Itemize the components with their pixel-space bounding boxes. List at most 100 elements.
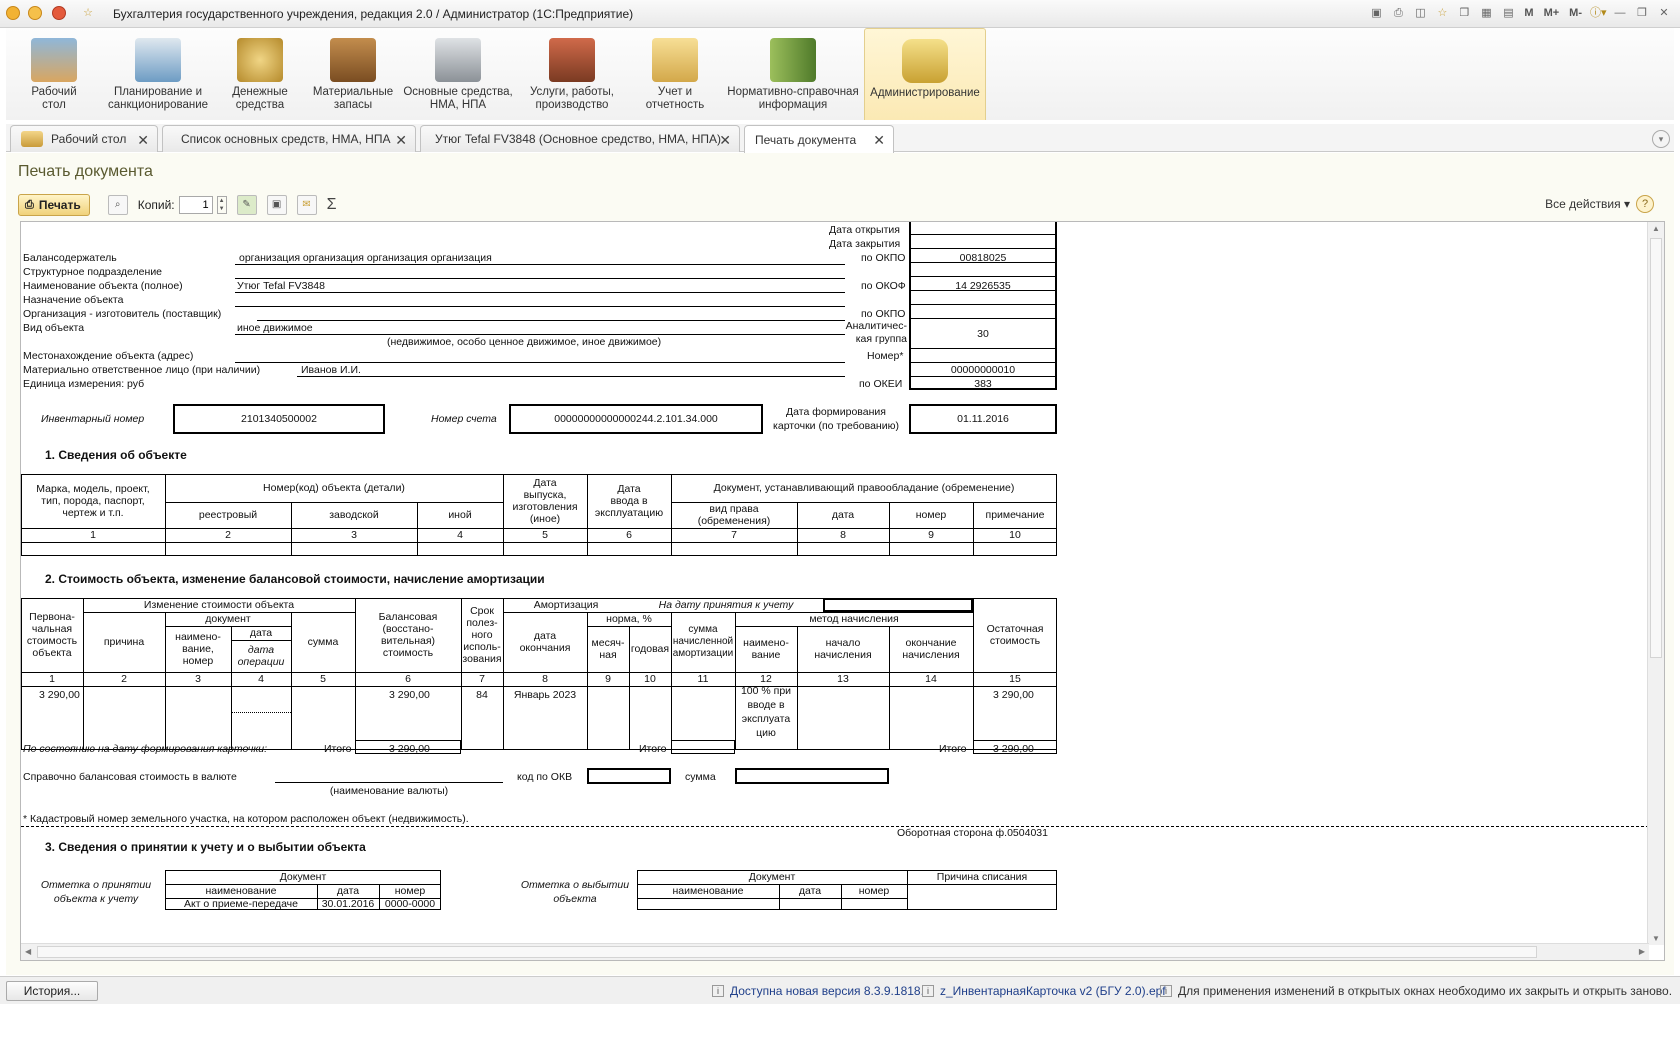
tab-fixed-assets-list[interactable]: Список основных средств, НМА, НПА ✕ [162,125,416,152]
history-button[interactable]: История... [6,981,98,1001]
itogo-balance: 3 290,00 [389,743,430,755]
restore-icon[interactable]: ❐ [1634,5,1650,21]
account-value: 00000000000000244.2.101.34.000 [554,413,718,425]
col-num: 2 [225,529,231,541]
preview-icon[interactable]: ◫ [1412,5,1428,21]
col-num: 5 [320,673,326,685]
col-num: 2 [121,673,127,685]
section-label: Рабочий стол [31,86,77,111]
col-num: 11 [697,673,709,685]
mol-code: 00000000010 [950,364,1016,376]
desk-lamp-icon [31,38,77,82]
tabs-menu-icon[interactable]: ▾ [1652,130,1670,148]
holder-label: Балансодержатель [23,252,117,264]
new-version-text: Доступна новая версия 8.3.9.1818. [730,984,924,998]
col-num: 9 [928,529,934,541]
h-commission-date: Дата ввода в эксплуатацию [594,483,664,519]
tab-iron-item[interactable]: Утюг Tefal FV3848 (Основное средство, НМ… [420,125,740,152]
section-label: Планирование и санкционирование [107,86,209,111]
copy-icon[interactable]: ❐ [1456,5,1472,21]
struct-label: Структурное подразделение [23,266,163,278]
close-tab-icon[interactable]: ✕ [137,132,149,149]
edit-mode-icon[interactable]: ✎ [236,195,257,215]
calendar-icon[interactable]: ▤ [1500,5,1516,21]
unit-label: Единица измерения: руб [23,378,145,390]
print-label: Печать [38,198,81,212]
close-tab-icon[interactable]: ✕ [873,132,885,149]
vertical-scrollbar[interactable]: ▲ ▼ [1647,222,1664,945]
col-num: 9 [605,673,611,685]
close-tab-icon[interactable]: ✕ [395,132,407,149]
new-version-message[interactable]: i Доступна новая версия 8.3.9.1818. [712,984,924,998]
close-tab-icon[interactable]: ✕ [719,132,731,149]
copies-spinner[interactable]: ▲ ▼ [216,196,227,214]
bookmark-icon[interactable]: ☆ [1434,5,1450,21]
h-doc-date: дата [249,627,273,639]
email-icon[interactable]: ✉ [296,195,317,215]
col-num: 10 [1009,529,1021,541]
section-admin[interactable]: Администрирование [864,28,986,120]
section2-title: 2. Стоимость объекта, изменение балансов… [45,572,545,586]
close-icon[interactable]: ✕ [1656,5,1672,21]
copies-input[interactable] [178,196,213,214]
print-button[interactable]: ⎙ Печать [18,194,90,216]
spreadsheet-document[interactable]: Дата открытия Дата закрытия Балансодержа… [20,221,1665,961]
h-balance-cost: Балансовая (восстано- вительная) стоимос… [378,611,438,659]
accept-doc-date: 30.01.2016 [321,898,375,910]
section-planning[interactable]: Планирование и санкционирование [102,28,214,120]
section-label: Денежные средства [232,86,288,111]
col-num: 3 [351,529,357,541]
help-icon[interactable]: ? [1636,195,1654,213]
external-processing-message[interactable]: i z_ИнвентарнаяКарточка v2 (БГУ 2.0).epf [922,984,1166,998]
h-object-number: Номер(код) объекта (детали) [263,482,405,494]
accept-doc-number: 0000-0000 [384,898,436,910]
save-icon[interactable]: ▣ [1368,5,1384,21]
tab-bar: Рабочий стол ✕ Список основных средств, … [6,124,1674,153]
h-date: дата [831,509,855,521]
tab-print-document[interactable]: Печать документа ✕ [744,125,894,153]
scroll-thumb[interactable] [1650,238,1662,658]
tab-desktop[interactable]: Рабочий стол ✕ [10,125,158,152]
page-title: Печать документа [18,163,153,180]
close-date-label: Дата закрытия [829,238,901,250]
section-reference[interactable]: Нормативно-справочная информация [722,28,864,120]
scroll-right-icon[interactable]: ▶ [1639,947,1645,956]
section-desktop[interactable]: Рабочий стол [6,28,102,120]
minimize-icon[interactable]: — [1612,5,1628,21]
info-icon: i [1160,985,1172,997]
info-icon[interactable]: ⓘ▾ [1590,5,1607,21]
scroll-thumb[interactable] [37,946,1537,958]
h-accrual-start: начало начисления [814,637,872,661]
all-actions-menu[interactable]: Все действия ▾ [1545,197,1630,211]
section-materials[interactable]: Материальные запасы [306,28,400,120]
h-accept-name: наименование [205,885,277,897]
save-icon[interactable]: ▣ [266,195,287,215]
object-name-value: Утюг Tefal FV3848 [237,280,325,292]
col-num: 3 [195,673,201,685]
row-method-name: 100 % при вводе в эксплуата цию [740,685,792,739]
calculator-icon[interactable]: ▦ [1478,5,1494,21]
scroll-left-icon[interactable]: ◀ [25,947,31,956]
scroll-down-icon[interactable]: ▼ [1652,934,1660,943]
app-logo-icon[interactable] [6,6,20,20]
section-services[interactable]: Услуги, работы, производство [516,28,628,120]
chart-icon [135,38,181,82]
menu-icon[interactable] [28,6,42,20]
close-window-icon[interactable] [52,6,66,20]
favorite-star-icon[interactable]: ☆ [80,5,96,21]
horizontal-scrollbar[interactable]: ◀ ▶ [21,943,1649,960]
col-num: 7 [731,529,737,541]
section-fixed-assets[interactable]: Основные средства, НМА, НПА [400,28,516,120]
scroll-up-icon[interactable]: ▲ [1652,224,1660,233]
section-accounting[interactable]: Учет и отчетность [628,28,722,120]
sum-icon[interactable]: Σ [327,196,337,214]
status-bar: История... i Доступна новая версия 8.3.9… [0,976,1680,1004]
memory-minus-button[interactable]: M- [1567,5,1584,21]
col-num: 8 [542,673,548,685]
memory-plus-button[interactable]: M+ [1542,5,1562,21]
preview-icon[interactable]: ⌕ [107,195,128,215]
print-icon[interactable]: ⎙ [1390,5,1406,21]
memory-m-button[interactable]: M [1522,5,1535,21]
section-cash[interactable]: Денежные средства [214,28,306,120]
boxes-icon [330,38,376,82]
